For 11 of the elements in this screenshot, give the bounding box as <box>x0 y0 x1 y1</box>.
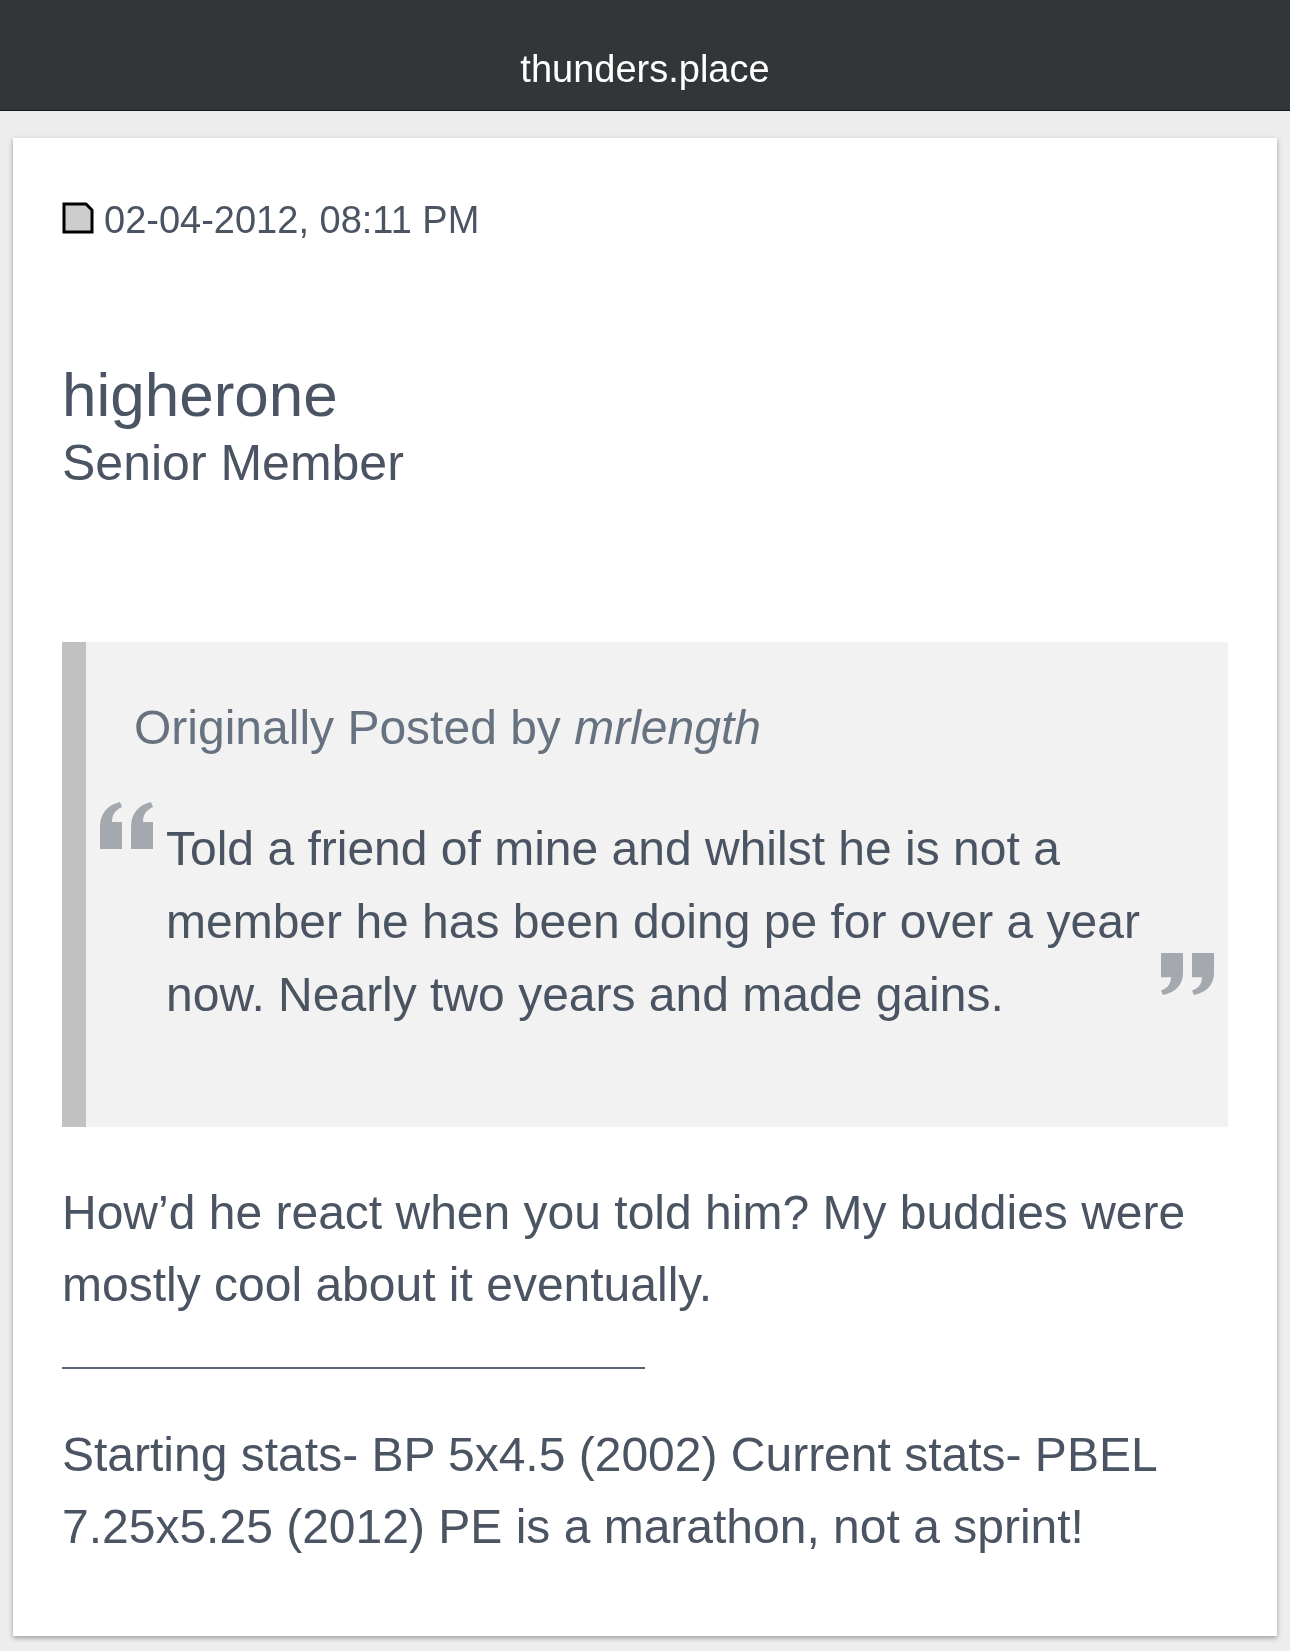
post-message: How’d he react when you told him? My buddies were mostly cool about it eventually. <box>62 1185 1187 1313</box>
post-date: 02-04-2012, 08:11 PM <box>104 198 480 243</box>
quote-attribution: Originally Posted by mrlength <box>134 700 761 756</box>
document-icon <box>62 201 94 234</box>
user-rank: Senior Member <box>62 434 404 493</box>
signature-text: Starting stats- BP 5x4.5 (2002) Current stats- PBEL 7.25x5.25 (2012) PE is a marathon, not a sprint! <box>62 1427 1157 1555</box>
quote-text: Told a friend of mine and whilst he is not a member he has been doing pe for over a year now. Nearly two years and made gains. <box>166 821 1141 1023</box>
site-title[interactable]: thunders.place <box>520 46 770 92</box>
close-quote-icon <box>1161 953 1214 995</box>
username: higherone <box>62 361 338 429</box>
open-quote-icon <box>100 802 153 849</box>
